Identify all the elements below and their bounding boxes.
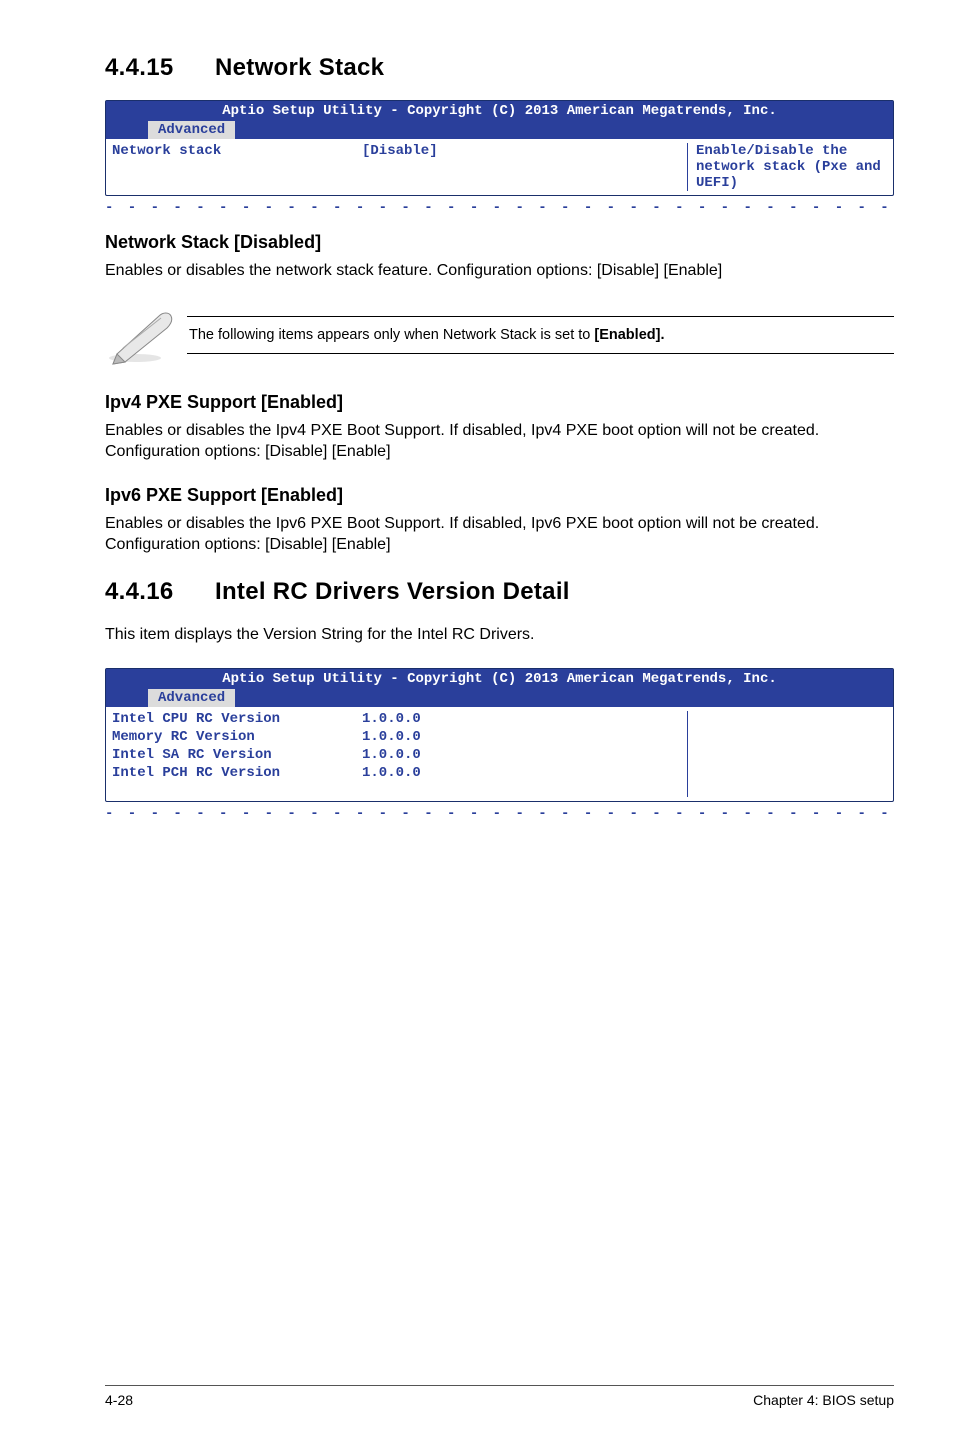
note-row: The following items appears only when Ne…: [105, 304, 894, 366]
bios-left-2: Intel CPU RC Version 1.0.0.0 Memory RC V…: [112, 711, 687, 797]
bios-copyright-2: Aptio Setup Utility - Copyright (C) 2013…: [110, 671, 889, 689]
bios-body-1: Network stack [Disable] Enable/Disable t…: [106, 139, 893, 195]
bios-header-1: Aptio Setup Utility - Copyright (C) 2013…: [106, 101, 893, 139]
section-title-1: Network Stack: [215, 54, 384, 81]
footer-chapter: Chapter 4: BIOS setup: [753, 1392, 894, 1408]
bios-label-pch: Intel PCH RC Version: [112, 765, 362, 781]
note-prefix: The following items appears only when Ne…: [189, 327, 594, 343]
subhead-network-stack-disabled: Network Stack [Disabled]: [105, 232, 894, 253]
bios-panel-2: Aptio Setup Utility - Copyright (C) 2013…: [105, 668, 894, 802]
bios-label-network-stack: Network stack: [112, 143, 362, 159]
section-heading-1: 4.4.15Network Stack: [105, 54, 894, 82]
bios-row-cpu: Intel CPU RC Version 1.0.0.0: [112, 711, 687, 727]
note-text: The following items appears only when Ne…: [187, 316, 894, 354]
para-ipv4: Enables or disables the Ipv4 PXE Boot Su…: [105, 420, 894, 463]
bios-value-sa: 1.0.0.0: [362, 747, 542, 763]
note-bold: [Enabled].: [594, 327, 664, 343]
bios-left-1: Network stack [Disable]: [112, 143, 687, 191]
bios-row-network-stack: Network stack [Disable]: [112, 143, 687, 159]
footer-page-num: 4-28: [105, 1392, 133, 1408]
subhead-ipv4: Ipv4 PXE Support [Enabled]: [105, 392, 894, 413]
bios-tab-advanced-1: Advanced: [148, 121, 235, 139]
section-num-2: 4.4.16: [105, 578, 215, 606]
bios-row-pch: Intel PCH RC Version 1.0.0.0: [112, 765, 687, 781]
spacer: [112, 783, 687, 797]
bios-help-1: Enable/Disable the network stack (Pxe an…: [687, 143, 887, 191]
bios-label-sa: Intel SA RC Version: [112, 747, 362, 763]
bios-body-2: Intel CPU RC Version 1.0.0.0 Memory RC V…: [106, 707, 893, 801]
dash-separator-2: - - - - - - - - - - - - - - - - - - - - …: [105, 806, 894, 822]
bios-value-pch: 1.0.0.0: [362, 765, 542, 781]
bios-tab-advanced-2: Advanced: [148, 689, 235, 707]
dash-separator-1: - - - - - - - - - - - - - - - - - - - - …: [105, 200, 894, 216]
bios-copyright-1: Aptio Setup Utility - Copyright (C) 2013…: [110, 103, 889, 121]
pen-note-icon: [105, 304, 179, 366]
bios-help-2: [687, 711, 887, 797]
section-num-1: 4.4.15: [105, 54, 215, 82]
section-title-2: Intel RC Drivers Version Detail: [215, 578, 570, 605]
bios-label-memory: Memory RC Version: [112, 729, 362, 745]
bios-value-network-stack: [Disable]: [362, 143, 542, 159]
para-intro-2: This item displays the Version String fo…: [105, 624, 894, 646]
subhead-ipv6: Ipv6 PXE Support [Enabled]: [105, 485, 894, 506]
bios-panel-1: Aptio Setup Utility - Copyright (C) 2013…: [105, 100, 894, 196]
para-network-stack: Enables or disables the network stack fe…: [105, 260, 894, 282]
para-ipv6: Enables or disables the Ipv6 PXE Boot Su…: [105, 513, 894, 556]
bios-row-sa: Intel SA RC Version 1.0.0.0: [112, 747, 687, 763]
bios-value-memory: 1.0.0.0: [362, 729, 542, 745]
page-footer: 4-28 Chapter 4: BIOS setup: [105, 1385, 894, 1408]
bios-label-cpu: Intel CPU RC Version: [112, 711, 362, 727]
bios-value-cpu: 1.0.0.0: [362, 711, 542, 727]
bios-header-2: Aptio Setup Utility - Copyright (C) 2013…: [106, 669, 893, 707]
bios-row-memory: Memory RC Version 1.0.0.0: [112, 729, 687, 745]
section-heading-2: 4.4.16Intel RC Drivers Version Detail: [105, 578, 894, 606]
